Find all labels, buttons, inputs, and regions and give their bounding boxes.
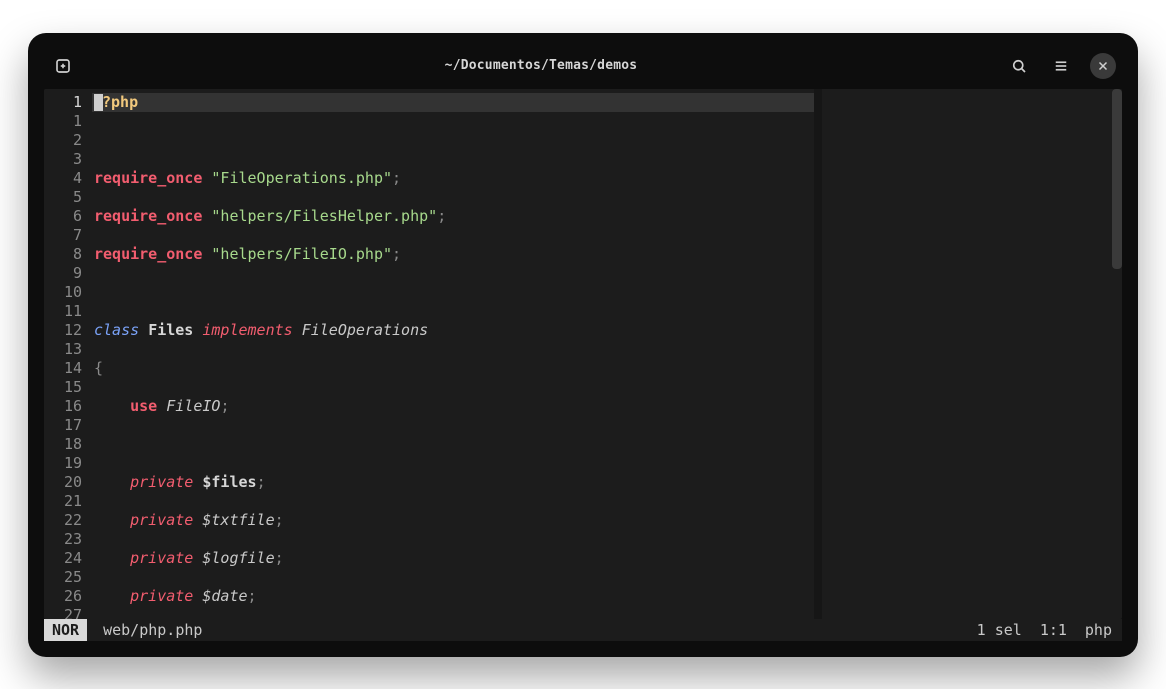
line-number: 11 [50,302,82,321]
line-number: 27 [50,606,82,619]
line-number: 14 [50,359,82,378]
line-number: 20 [50,473,82,492]
window-title: ~/Documentos/Temas/demos [445,58,638,73]
line-number: 8 [50,245,82,264]
line-number: 7 [50,226,82,245]
line-number: 17 [50,416,82,435]
line-number: 1 [50,112,82,131]
scrollbar[interactable] [1112,89,1122,619]
right-pane [814,89,1112,619]
line-number: 24 [50,549,82,568]
line-number: 5 [50,188,82,207]
line-number: 19 [50,454,82,473]
line-number: 23 [50,530,82,549]
line-gutter: 1 1 2 3 4 5 6 7 8 9 10 11 12 13 14 15 16… [44,89,92,619]
new-tab-icon[interactable] [50,53,76,79]
line-number: 6 [50,207,82,226]
editor-area: 1 1 2 3 4 5 6 7 8 9 10 11 12 13 14 15 16… [44,89,1122,619]
menu-icon[interactable] [1048,53,1074,79]
line-number: 26 [50,587,82,606]
line-number: 12 [50,321,82,340]
close-icon[interactable] [1090,53,1116,79]
mode-indicator: NOR [44,619,87,641]
line-number: 9 [50,264,82,283]
scrollbar-thumb[interactable] [1112,89,1122,269]
status-selection: 1 sel [977,621,1022,639]
statusbar: NOR web/php.php 1 sel 1:1 php [44,619,1122,641]
line-number: 21 [50,492,82,511]
line-number: 15 [50,378,82,397]
line-number: 22 [50,511,82,530]
status-file-path: web/php.php [87,621,977,639]
line-number: 16 [50,397,82,416]
line-number: 3 [50,150,82,169]
search-icon[interactable] [1006,53,1032,79]
line-number: 2 [50,131,82,150]
line-number: 25 [50,568,82,587]
line-number: 4 [50,169,82,188]
status-position: 1:1 [1040,621,1067,639]
line-number: 18 [50,435,82,454]
line-number: 13 [50,340,82,359]
titlebar: ~/Documentos/Temas/demos [44,49,1122,89]
line-number: 1 [50,93,82,112]
code-content[interactable]: ?php require_once "FileOperations.php"; … [92,89,814,619]
status-language: php [1085,621,1112,639]
terminal-window: ~/Documentos/Temas/demos 1 1 2 3 4 5 6 7… [28,33,1138,657]
line-number: 10 [50,283,82,302]
